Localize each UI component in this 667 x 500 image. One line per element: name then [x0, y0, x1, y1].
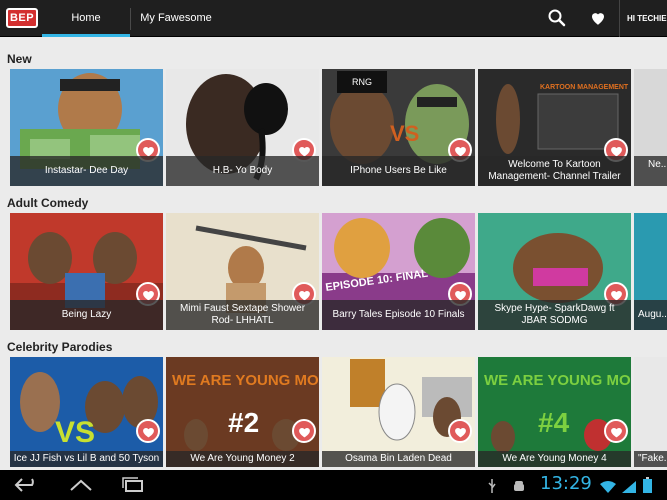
status-clock: 13:29	[540, 473, 592, 494]
thumb-vs-text: VS	[55, 416, 95, 449]
video-card[interactable]: WE ARE YOUNG MONEY #2 We Are Young Money…	[166, 357, 319, 467]
video-card[interactable]: VS Ice JJ Fish vs Lil B and 50 Tyson	[10, 357, 163, 467]
favorites-heart-icon[interactable]	[589, 9, 609, 29]
video-title: "Fake...	[634, 451, 667, 467]
favorite-button[interactable]	[448, 419, 472, 443]
section-title-adult-comedy: Adult Comedy	[7, 196, 89, 210]
video-title: Ne...	[634, 156, 667, 186]
app-logo[interactable]: BEP	[6, 8, 38, 28]
wifi-icon	[600, 480, 616, 498]
signal-icon	[622, 480, 636, 498]
video-title: Being Lazy	[10, 300, 163, 330]
video-title: Instastar- Dee Day	[10, 156, 163, 186]
video-title: IPhone Users Be Like	[322, 156, 475, 186]
video-card[interactable]: Augu...	[634, 213, 667, 330]
usb-icon	[487, 479, 497, 498]
favorite-button[interactable]	[604, 419, 628, 443]
action-bar: BEP Home My Fawesome HI TECHIE	[0, 0, 667, 37]
video-card[interactable]: "Fake...	[634, 357, 667, 467]
video-title: We Are Young Money 4	[478, 451, 631, 467]
video-title: Mimi Faust Sextape Shower Rod- LHHATL	[166, 300, 319, 330]
video-card[interactable]: Skype Hype- SparkDawg ft JBAR SODMG	[478, 213, 631, 330]
video-card[interactable]: H.B- Yo Body	[166, 69, 319, 186]
android-debug-icon	[512, 479, 526, 497]
video-card[interactable]: EPISODE 10: FINAL Barry Tales Episode 10…	[322, 213, 475, 330]
thumb-kartoon-text: KARTOON MANAGEMENT	[540, 84, 629, 91]
home-icon[interactable]	[68, 476, 94, 499]
video-title: H.B- Yo Body	[166, 156, 319, 186]
thumb-number-text: #4	[538, 407, 570, 438]
thumb-rng-text: RNG	[352, 77, 372, 87]
video-title: Welcome To Kartoon Management- Channel T…	[478, 156, 631, 186]
thumb-young-money-text: WE ARE YOUNG MONEY	[172, 372, 319, 389]
row-new: Instastar- Dee Day H.B- Yo Body VS RNG I…	[0, 69, 667, 186]
tab-my-fawesome[interactable]: My Fawesome	[131, 0, 221, 37]
favorite-button[interactable]	[136, 419, 160, 443]
video-card[interactable]: Ne...	[634, 69, 667, 186]
video-card[interactable]: Osama Bin Laden Dead	[322, 357, 475, 467]
video-title: Skype Hype- SparkDawg ft JBAR SODMG	[478, 300, 631, 330]
thumb-young-money-text: WE ARE YOUNG MONEY	[484, 372, 631, 389]
tab-home[interactable]: Home	[42, 0, 130, 37]
section-title-celebrity-parodies: Celebrity Parodies	[7, 340, 113, 354]
thumb-vs-text: VS	[390, 121, 419, 146]
video-title: Augu...	[634, 300, 667, 330]
video-card[interactable]: Mimi Faust Sextape Shower Rod- LHHATL	[166, 213, 319, 330]
section-title-new: New	[7, 52, 32, 66]
system-nav-bar: 13:29	[0, 470, 667, 500]
video-card[interactable]: WE ARE YOUNG MONEY #4 We Are Young Money…	[478, 357, 631, 467]
video-title: Osama Bin Laden Dead	[322, 451, 475, 467]
battery-icon	[643, 477, 652, 498]
video-title: Ice JJ Fish vs Lil B and 50 Tyson	[10, 451, 163, 467]
back-icon[interactable]	[14, 476, 40, 499]
video-card[interactable]: KARTOON MANAGEMENT Welcome To Kartoon Ma…	[478, 69, 631, 186]
row-adult-comedy: Being Lazy Mimi Faust Sextape Shower Rod…	[0, 213, 667, 330]
favorite-button[interactable]	[292, 419, 316, 443]
video-card[interactable]: VS RNG IPhone Users Be Like	[322, 69, 475, 186]
video-title: Barry Tales Episode 10 Finals	[322, 300, 475, 330]
video-card[interactable]: Being Lazy	[10, 213, 163, 330]
video-card[interactable]: Instastar- Dee Day	[10, 69, 163, 186]
recent-apps-icon[interactable]	[120, 476, 146, 499]
user-greeting[interactable]: HI TECHIE	[619, 0, 667, 37]
row-celebrity-parodies: VS Ice JJ Fish vs Lil B and 50 Tyson WE …	[0, 357, 667, 467]
video-title: We Are Young Money 2	[166, 451, 319, 467]
search-icon[interactable]	[547, 8, 567, 28]
thumb-number-text: #2	[228, 407, 259, 438]
